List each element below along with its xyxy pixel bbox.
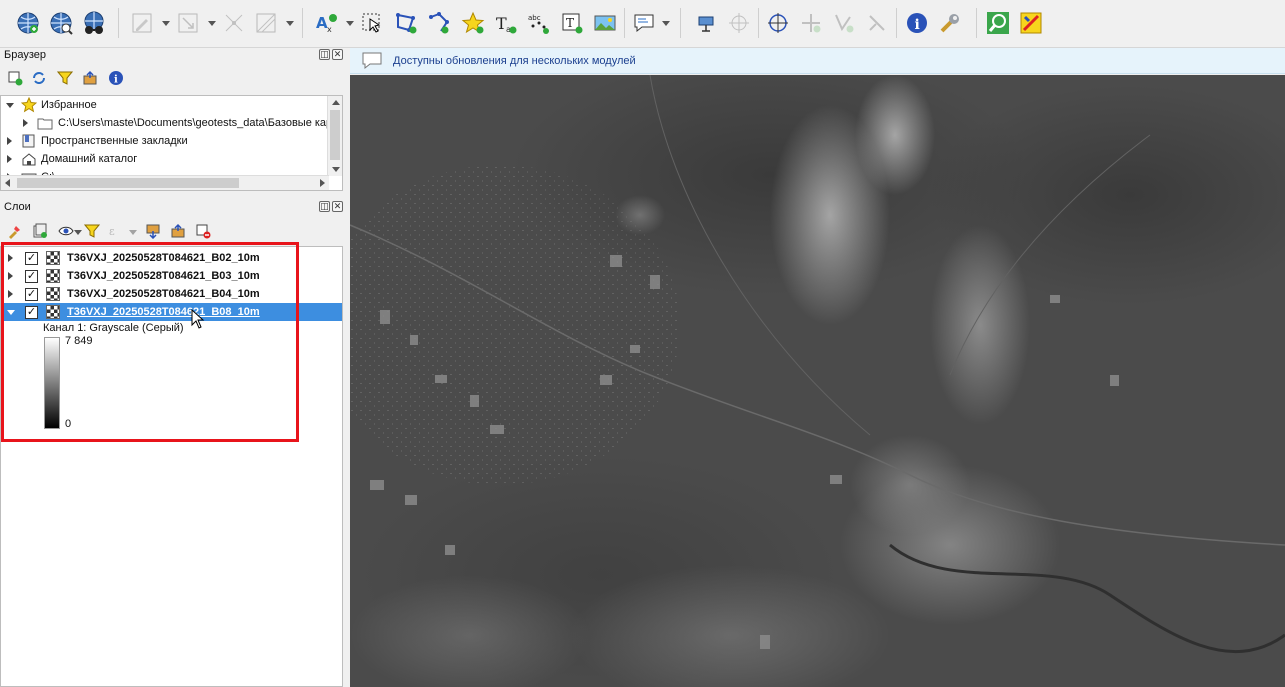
float-panel-icon[interactable]: ◫ — [319, 49, 330, 60]
pan-target-icon[interactable] — [725, 9, 753, 37]
layer-style-icon[interactable] — [5, 221, 25, 241]
home-icon — [22, 153, 36, 166]
move-annotation-icon[interactable] — [692, 9, 720, 37]
filter-icon[interactable] — [82, 221, 102, 241]
folder-icon — [37, 118, 53, 130]
collapse-all-icon[interactable] — [80, 68, 100, 88]
layer-visibility-checkbox[interactable]: ✓ — [25, 306, 38, 319]
layer-label: T36VXJ_20250528T084621_B04_10m — [67, 288, 260, 300]
message-text[interactable]: Доступны обновления для нескольких модул… — [393, 48, 636, 74]
layers-panel-title: Слои ◫ ✕ — [0, 198, 346, 216]
tree-item-label: Избранное — [41, 99, 97, 111]
digitize-pencil-icon[interactable] — [128, 9, 156, 37]
text-annotation-icon[interactable]: Ta — [492, 9, 520, 37]
add-layer-icon[interactable] — [5, 68, 25, 88]
digitize-move-icon[interactable] — [174, 9, 202, 37]
tree-item-label: Пространственные закладки — [41, 135, 188, 147]
layers-tree: ✓ T36VXJ_20250528T084621_B02_10m ✓ T36VX… — [0, 246, 343, 687]
add-wcs-layer-icon[interactable] — [47, 9, 75, 37]
plugin-icon[interactable] — [1017, 9, 1045, 37]
select-feature-icon[interactable] — [358, 9, 386, 37]
tree-item-folder[interactable]: C:\Users\maste\Documents\geotests_data\Б… — [1, 114, 337, 132]
search-icon[interactable] — [984, 9, 1012, 37]
reshape-icon[interactable] — [425, 9, 453, 37]
panel-splitter[interactable] — [343, 48, 350, 687]
collapse-all-icon[interactable] — [168, 221, 188, 241]
svg-text:abc: abc — [528, 14, 541, 22]
svg-text:x: x — [327, 25, 332, 34]
legend-band-label: Канал 1: Grayscale (Серый) — [43, 322, 184, 334]
layer-label: T36VXJ_20250528T084621_B03_10m — [67, 270, 260, 282]
browser-tree: Избранное C:\Users\maste\Documents\geote… — [0, 95, 343, 191]
add-wms-layer-icon[interactable] — [14, 9, 42, 37]
svg-text:T: T — [566, 16, 574, 30]
layer-item-b08[interactable]: ✓ T36VXJ_20250528T084621_B08_10m — [1, 303, 342, 321]
layer-label: T36VXJ_20250528T084621_B02_10m — [67, 252, 260, 264]
layer-visibility-checkbox[interactable]: ✓ — [25, 252, 38, 265]
expand-all-icon[interactable] — [143, 221, 163, 241]
star-icon[interactable] — [459, 9, 487, 37]
tree-item-label: C:\Users\maste\Documents\geotests_data\Б… — [58, 117, 337, 129]
text-box-icon[interactable]: T — [558, 9, 586, 37]
layer-label: T36VXJ_20250528T084621_B08_10m — [67, 306, 260, 318]
browser-vertical-scrollbar[interactable] — [327, 96, 342, 176]
browser-panel-title: Браузер ◫ ✕ — [0, 46, 346, 64]
offset-icon[interactable] — [797, 9, 825, 37]
layer-item-b04[interactable]: ✓ T36VXJ_20250528T084621_B04_10m — [1, 285, 342, 303]
raster-layer-icon — [46, 251, 60, 265]
form-annotation-icon[interactable] — [630, 9, 658, 37]
info-icon[interactable]: i — [903, 9, 931, 37]
browser-title: Браузер — [4, 49, 46, 61]
raster-layer-icon — [46, 269, 60, 283]
layer-visibility-checkbox[interactable]: ✓ — [25, 288, 38, 301]
tree-item-home[interactable]: Домашний каталог — [1, 150, 329, 168]
close-icon[interactable]: ✕ — [332, 49, 343, 60]
tree-item-label: Домашний каталог — [41, 153, 138, 165]
check-geometry-icon[interactable] — [830, 9, 858, 37]
svg-text:i: i — [114, 75, 118, 86]
refresh-icon[interactable] — [29, 68, 49, 88]
add-polygon-icon[interactable] — [392, 9, 420, 37]
layers-title: Слои — [4, 201, 31, 213]
satellite-raster-image — [350, 75, 1285, 687]
main-toolbar: Ax Ta abc T i — [0, 0, 1285, 48]
close-icon[interactable]: ✕ — [332, 201, 343, 212]
browser-horizontal-scrollbar[interactable] — [1, 175, 329, 190]
star-icon — [21, 97, 37, 113]
visibility-eye-icon[interactable] — [56, 221, 76, 241]
node-tool-icon[interactable] — [220, 9, 248, 37]
legend-min-value: 0 — [65, 418, 72, 430]
remove-layer-icon[interactable] — [193, 221, 213, 241]
raster-layer-icon — [46, 305, 60, 319]
grayscale-ramp — [44, 337, 60, 429]
properties-info-icon[interactable]: i — [106, 68, 126, 88]
tree-item-favorites[interactable]: Избранное — [1, 96, 329, 114]
add-group-icon[interactable] — [30, 221, 50, 241]
layer-visibility-checkbox[interactable]: ✓ — [25, 270, 38, 283]
image-icon[interactable] — [591, 9, 619, 37]
expression-filter-icon[interactable]: ε — [106, 221, 126, 241]
mouse-cursor-icon — [191, 309, 205, 329]
label-tool-icon[interactable]: Ax — [312, 9, 340, 37]
legend-max-value: 7 849 — [65, 335, 93, 347]
tree-item-bookmarks[interactable]: Пространственные закладки — [1, 132, 329, 150]
message-bar: Доступны обновления для нескольких модул… — [350, 48, 1285, 74]
globe-icon[interactable] — [764, 9, 792, 37]
vertex-tool-icon[interactable] — [252, 9, 280, 37]
wrench-icon[interactable] — [936, 9, 964, 37]
raster-layer-icon — [46, 287, 60, 301]
svg-text:ε: ε — [109, 225, 115, 238]
svg-text:i: i — [915, 17, 920, 33]
float-panel-icon[interactable]: ◫ — [319, 201, 330, 212]
topology-icon[interactable] — [863, 9, 891, 37]
map-canvas[interactable] — [350, 75, 1285, 687]
layer-item-b03[interactable]: ✓ T36VXJ_20250528T084621_B03_10m — [1, 267, 342, 285]
layer-item-b02[interactable]: ✓ T36VXJ_20250528T084621_B02_10m — [1, 249, 342, 267]
add-wfs-layer-icon[interactable] — [80, 9, 108, 37]
filter-icon[interactable] — [55, 68, 75, 88]
point-labels-icon[interactable]: abc — [525, 9, 553, 37]
message-bubble-icon — [362, 52, 382, 70]
bookmark-icon — [22, 134, 35, 148]
